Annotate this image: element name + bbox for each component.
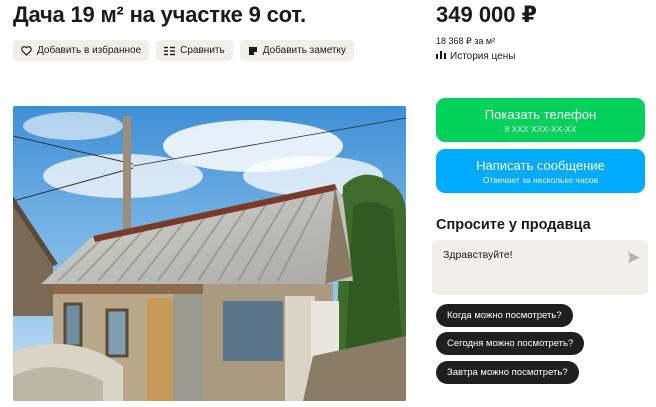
compare-button[interactable]: Сравнить: [156, 40, 233, 61]
note-icon: [248, 46, 258, 56]
price-history-label: История цены: [450, 50, 516, 62]
add-to-favorites-label: Добавить в избранное: [37, 45, 142, 56]
compare-icon: [164, 46, 176, 56]
seller-message-text[interactable]: Здравствуйте!: [443, 249, 513, 261]
quick-question-chip[interactable]: Когда можно посмотреть?: [436, 304, 573, 327]
seller-message-field[interactable]: Здравствуйте!: [432, 240, 648, 295]
compare-label: Сравнить: [180, 45, 225, 56]
show-phone-button[interactable]: Показать телефон 8 XXX XXX-XX-XX: [436, 98, 645, 142]
response-time-note: Отвечает за несколько часов: [482, 175, 599, 185]
price-per-meter: 18 368 ₽ за м²: [436, 36, 496, 46]
add-to-favorites-button[interactable]: Добавить в избранное: [13, 40, 150, 61]
quick-question-chip[interactable]: Завтра можно посмотреть?: [436, 361, 579, 384]
price: 349 000 ₽: [436, 2, 537, 27]
listing-actions: Добавить в избранное Сравнить Добавить з…: [13, 40, 354, 61]
listing-title: Дача 19 м² на участке 9 сот.: [13, 2, 306, 27]
quick-question-chip[interactable]: Сегодня можно посмотреть?: [436, 332, 585, 355]
show-phone-masked-number: 8 XXX XXX-XX-XX: [504, 124, 577, 134]
listing-photo[interactable]: [13, 106, 406, 401]
write-message-button[interactable]: Написать сообщение Отвечает за несколько…: [436, 149, 645, 193]
write-message-label: Написать сообщение: [476, 158, 605, 173]
heart-icon: [21, 45, 32, 56]
ask-seller-title: Спросите у продавца: [436, 217, 591, 233]
show-phone-label: Показать телефон: [484, 107, 597, 122]
add-note-button[interactable]: Добавить заметку: [239, 40, 354, 61]
price-history-link[interactable]: История цены: [436, 50, 515, 62]
add-note-label: Добавить заметку: [262, 45, 346, 56]
chart-icon: [436, 50, 446, 62]
send-icon[interactable]: [628, 250, 640, 268]
